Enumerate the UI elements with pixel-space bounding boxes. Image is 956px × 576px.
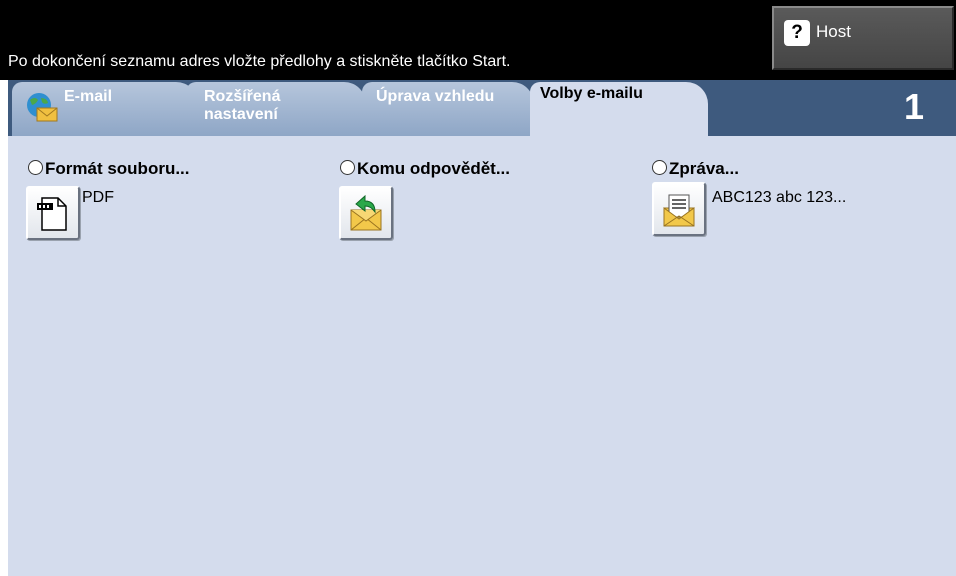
tab-email-options[interactable]: Volby e-mailu: [530, 82, 708, 138]
file-format-title: Formát souboru...: [45, 159, 190, 178]
file-format-radio[interactable]: [28, 160, 43, 175]
file-format-option[interactable]: Formát souboru...: [28, 159, 190, 179]
tab-advanced-settings[interactable]: Rozšířená nastavení: [186, 82, 366, 136]
header-bar: Po dokončení seznamu adres vložte předlo…: [0, 0, 956, 80]
reply-to-radio[interactable]: [340, 160, 355, 175]
tab-options-label: Volby e-mailu: [540, 85, 643, 102]
message-button[interactable]: [652, 182, 706, 236]
question-icon: ?: [784, 20, 810, 46]
message-value: ABC123 abc 123...: [712, 189, 847, 206]
file-format-button[interactable]: [26, 186, 80, 240]
reply-envelope-icon: [350, 194, 382, 231]
tab-advanced-label-line2: nastavení: [204, 106, 278, 123]
file-format-value: PDF: [82, 189, 114, 206]
reply-to-option[interactable]: Komu odpovědět...: [340, 159, 510, 179]
page-number: 1: [904, 86, 925, 127]
instruction-text: Po dokončení seznamu adres vložte předlo…: [8, 53, 511, 70]
tab-advanced-label-line1: Rozšířená: [204, 88, 281, 105]
pdf-document-icon: [37, 197, 67, 231]
message-envelope-icon: [663, 194, 695, 227]
message-option[interactable]: Zpráva...: [652, 159, 739, 179]
message-radio[interactable]: [652, 160, 667, 175]
tab-email-label: E-mail: [64, 88, 113, 105]
globe-envelope-icon: [27, 93, 58, 122]
tab-email[interactable]: E-mail: [12, 82, 198, 136]
tab-layout-label: Úprava vzhledu: [376, 88, 495, 105]
host-button[interactable]: ? Host: [772, 6, 954, 70]
tab-layout-adjustment[interactable]: Úprava vzhledu: [362, 82, 534, 136]
message-title: Zpráva...: [669, 159, 739, 178]
host-label: Host: [816, 22, 851, 41]
reply-to-title: Komu odpovědět...: [357, 159, 510, 178]
reply-to-button[interactable]: [339, 186, 393, 240]
